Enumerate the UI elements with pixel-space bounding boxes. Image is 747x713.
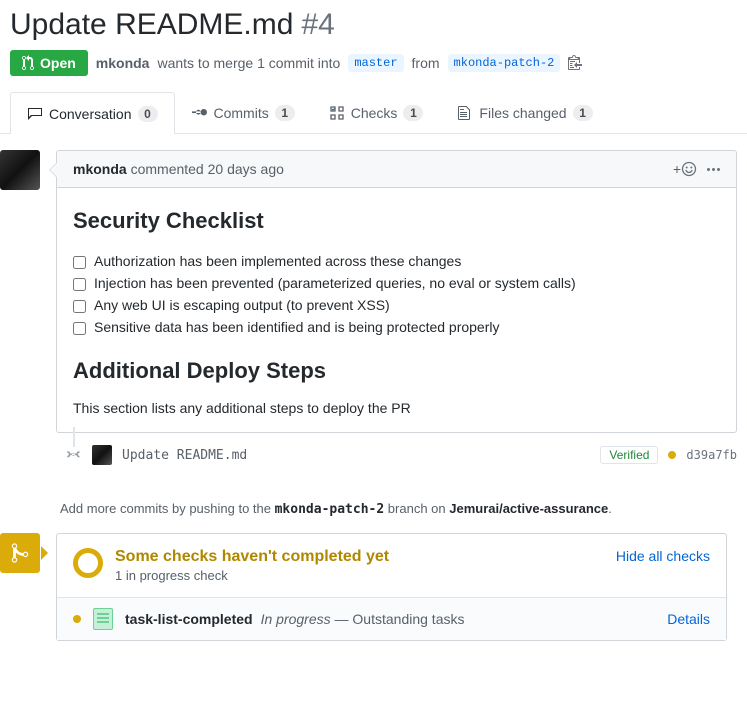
verified-badge[interactable]: Verified [600,446,658,464]
pr-tabs: Conversation 0 Commits 1 Checks 1 Files … [0,92,747,134]
list-item: Injection has been prevented (parameteri… [73,272,720,294]
pr-number: #4 [301,8,334,42]
check-details-link[interactable]: Details [667,611,710,627]
checks-summary-title: Some checks haven't completed yet [115,548,604,566]
check-status-pending-icon [73,615,81,623]
check-item: task-list-completed In progress — Outsta… [57,598,726,640]
check-app-icon [93,608,113,630]
tab-conversation[interactable]: Conversation 0 [10,92,175,134]
tab-commits[interactable]: Commits 1 [175,92,312,133]
commit-message[interactable]: Update README.md [122,448,590,463]
comment-verb: commented [131,161,204,177]
git-pull-request-icon [22,55,36,71]
list-item: Sensitive data has been identified and i… [73,316,720,338]
commit-status-pending-icon[interactable] [668,451,676,459]
tab-files-changed[interactable]: Files changed 1 [440,92,609,133]
merge-summary: wants to merge 1 commit into [157,55,340,71]
comment-timestamp[interactable]: 20 days ago [208,161,284,177]
avatar[interactable] [0,150,40,190]
checks-summary-subtitle: 1 in progress check [115,568,604,583]
files-changed-count: 1 [573,105,593,121]
checks-box: Some checks haven't completed yet 1 in p… [56,533,727,641]
tab-checks[interactable]: Checks 1 [312,92,441,133]
from-text: from [412,55,440,71]
comment-heading-security: Security Checklist [73,208,720,234]
task-checkbox[interactable] [73,322,86,335]
task-checkbox[interactable] [73,300,86,313]
check-status-text: In progress [261,611,331,627]
task-checkbox[interactable] [73,256,86,269]
merge-status-icon [0,533,40,573]
push-hint: Add more commits by pushing to the mkond… [0,477,737,533]
comment-paragraph: This section lists any additional steps … [73,400,720,416]
head-branch[interactable]: mkonda-patch-2 [448,54,561,72]
list-item: Any web UI is escaping output (to preven… [73,294,720,316]
checks-count: 1 [403,105,423,121]
checks-donut-icon [73,548,103,578]
task-checkbox[interactable] [73,278,86,291]
commits-count: 1 [275,105,295,121]
commit-timeline-dot [66,447,82,463]
security-checklist: Authorization has been implemented acros… [73,250,720,338]
commit-sha[interactable]: d39a7fb [686,448,737,462]
avatar[interactable] [92,445,112,465]
clipboard-copy-icon[interactable] [568,54,582,73]
hide-all-checks-link[interactable]: Hide all checks [616,548,710,564]
comment-heading-deploy: Additional Deploy Steps [73,358,720,384]
comment-author[interactable]: mkonda [73,161,127,177]
check-description: Outstanding tasks [352,611,464,627]
pr-author[interactable]: mkonda [96,55,150,71]
pr-title: Update README.md [10,8,293,42]
check-name[interactable]: task-list-completed [125,611,253,627]
conversation-count: 0 [138,106,158,122]
list-item: Authorization has been implemented acros… [73,250,720,272]
comment-box: mkonda commented 20 days ago + Security … [56,150,737,433]
comment-actions-menu[interactable] [707,168,720,171]
state-badge-open: Open [10,50,88,76]
add-reaction-button[interactable]: + [673,161,697,177]
base-branch[interactable]: master [348,54,403,72]
